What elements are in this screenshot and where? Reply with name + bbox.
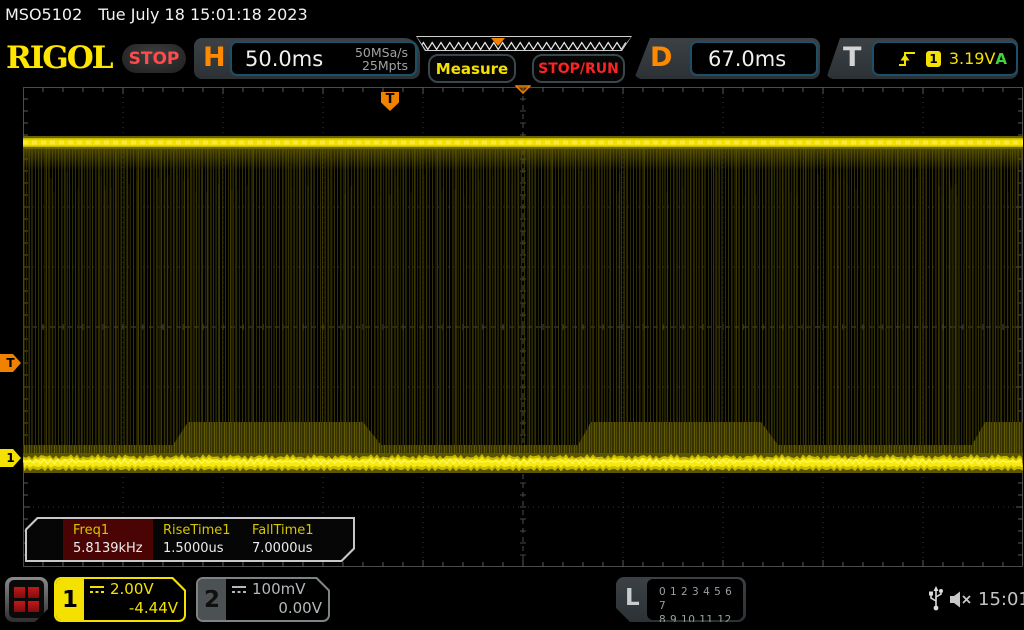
delay-value-box[interactable]: 67.0ms — [690, 41, 818, 76]
horizontal-label: H — [203, 42, 226, 73]
channel2-number-badge: 2 — [198, 579, 226, 620]
usb-icon — [929, 586, 943, 611]
oscilloscope-screen: MSO5102 Tue July 18 15:01:18 2023 RIGOL … — [0, 0, 1024, 630]
channel2-scale: 100mV — [252, 580, 306, 598]
measurement-value: 5.8139kHz — [73, 541, 143, 556]
channel2-tile[interactable]: 2 100mV 0.00V — [196, 577, 330, 622]
measurement-panel[interactable]: Freq1 5.8139kHz RiseTime1 1.5000us FallT… — [25, 517, 355, 562]
overview-zigzag-icon — [417, 39, 631, 52]
memory-depth-value: 25Mpts — [361, 57, 408, 73]
timebase-box[interactable]: 50.0ms 50MSa/s 25Mpts — [230, 41, 417, 76]
channel1-scale: 2.00V — [110, 580, 154, 598]
delay-box[interactable]: D 67.0ms — [634, 38, 820, 79]
rising-edge-icon — [899, 52, 915, 66]
dc-coupling-icon — [232, 585, 246, 593]
horizontal-settings-box[interactable]: H 50.0ms 50MSa/s 25Mpts — [194, 38, 420, 79]
rigol-logo: RIGOL — [6, 40, 114, 76]
trigger-label: T — [843, 42, 862, 73]
channel1-tile[interactable]: 1 2.00V -4.44V — [54, 577, 186, 622]
logic-channel-list: 0 1 2 3 4 5 6 7 8 9 10 11 12 13 14 15 — [647, 579, 743, 620]
center-position-marker-icon — [515, 85, 531, 94]
measurement-label: Freq1 — [73, 523, 110, 538]
delay-value: 67.0ms — [708, 46, 787, 71]
logic-row1: 0 1 2 3 4 5 6 7 — [659, 586, 733, 612]
menu-button[interactable] — [5, 577, 48, 622]
measurement-label: FallTime1 — [252, 523, 314, 538]
delay-label: D — [650, 42, 673, 73]
datetime-label: Tue July 18 15:01:18 2023 — [98, 5, 308, 24]
speaker-muted-icon[interactable] — [950, 591, 972, 608]
overview-position-marker-icon[interactable] — [491, 38, 505, 46]
run-state-badge: STOP — [122, 44, 186, 73]
waveform-canvas — [22, 87, 1023, 567]
trigger-box[interactable]: T 1 3.19V A — [826, 38, 1018, 79]
stop-run-button[interactable]: STOP/RUN — [532, 54, 625, 83]
status-bar: MSO5102 Tue July 18 15:01:18 2023 — [5, 5, 308, 24]
measurement-label: RiseTime1 — [163, 523, 231, 538]
sample-rate-label: 50MSa/s 25Mpts — [355, 46, 415, 72]
measurement-panel-inner: Freq1 5.8139kHz RiseTime1 1.5000us FallT… — [27, 519, 353, 560]
channel1-number-badge: 1 — [56, 579, 84, 620]
channel2-offset: 0.00V — [278, 599, 322, 617]
measurement-value: 1.5000us — [163, 541, 224, 556]
waveform-overview-inner — [417, 37, 631, 50]
waveform-overview-strip[interactable] — [416, 36, 632, 51]
model-label: MSO5102 — [5, 5, 83, 24]
measurement-value: 7.0000us — [252, 541, 313, 556]
channel1-readout: 2.00V -4.44V — [90, 580, 178, 617]
logic-label: L — [625, 585, 640, 611]
measure-button[interactable]: Measure — [428, 54, 516, 83]
channel1-offset: -4.44V — [128, 599, 178, 617]
trigger-mode-label: A — [995, 49, 1007, 68]
trigger-level-value: 3.19V — [948, 49, 996, 68]
trigger-level-marker[interactable]: T — [0, 354, 21, 372]
waveform-display-area[interactable] — [22, 87, 1023, 567]
trigger-value-box[interactable]: 1 3.19V A — [872, 41, 1018, 76]
trigger-source-badge: 1 — [926, 50, 941, 67]
menu-grid-icon — [9, 580, 44, 618]
timebase-value: 50.0ms — [245, 46, 324, 71]
clock-label: 15:01 — [978, 589, 1024, 610]
dc-coupling-icon — [90, 585, 104, 593]
channel1-zero-marker[interactable]: 1 — [0, 449, 21, 467]
logic-channels-tile[interactable]: L 0 1 2 3 4 5 6 7 8 9 10 11 12 13 14 15 — [616, 577, 746, 622]
channel2-readout: 100mV 0.00V — [232, 580, 322, 617]
logic-row2: 8 9 10 11 12 13 14 15 — [659, 614, 732, 626]
